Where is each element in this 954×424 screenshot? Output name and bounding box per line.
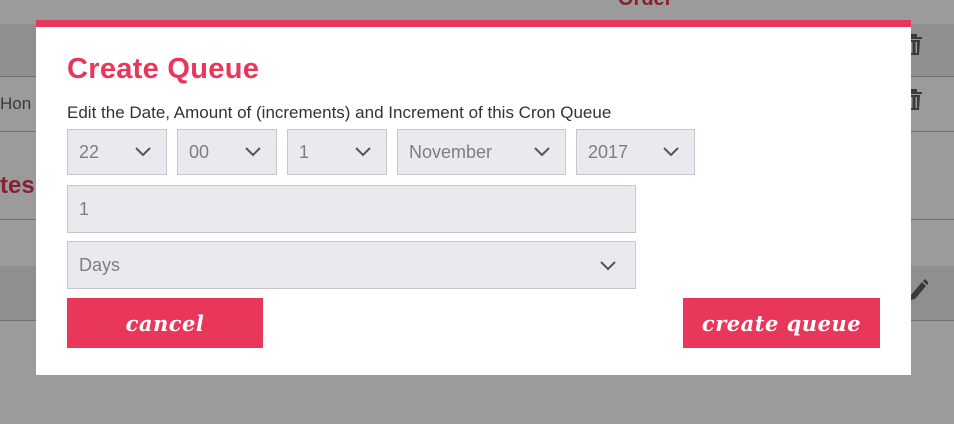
increment-unit-value: Days xyxy=(79,254,121,275)
month-select-value: November xyxy=(409,141,493,162)
chevron-down-icon xyxy=(663,147,679,157)
increment-unit-select[interactable]: Days xyxy=(67,241,636,289)
chevron-down-icon xyxy=(135,147,151,157)
background-section-heading: tes xyxy=(0,172,35,199)
month-select[interactable]: November xyxy=(397,129,566,175)
create-queue-button[interactable]: create queue xyxy=(683,298,880,348)
background-column-heading: Order xyxy=(618,0,672,11)
chevron-down-icon xyxy=(245,147,261,157)
year-select[interactable]: 2017 xyxy=(576,129,695,175)
hour-select[interactable]: 22 xyxy=(67,129,167,175)
amount-input-value: 1 xyxy=(79,198,90,219)
pencil-icon[interactable] xyxy=(908,278,928,300)
modal-title: Create Queue xyxy=(67,53,260,85)
chevron-down-icon xyxy=(355,147,371,157)
day-select[interactable]: 1 xyxy=(287,129,387,175)
year-select-value: 2017 xyxy=(588,141,629,162)
amount-input[interactable]: 1 xyxy=(67,185,636,233)
modal-subtitle: Edit the Date, Amount of (increments) an… xyxy=(67,103,612,122)
chevron-down-icon xyxy=(600,261,616,271)
create-queue-modal: Create Queue Edit the Date, Amount of (i… xyxy=(36,20,911,375)
minute-select[interactable]: 00 xyxy=(177,129,277,175)
cancel-button[interactable]: cancel xyxy=(67,298,263,348)
background-row-text: Hon xyxy=(0,94,32,113)
day-select-value: 1 xyxy=(299,141,310,162)
minute-select-value: 00 xyxy=(189,141,210,162)
chevron-down-icon xyxy=(534,147,550,157)
hour-select-value: 22 xyxy=(79,141,100,162)
